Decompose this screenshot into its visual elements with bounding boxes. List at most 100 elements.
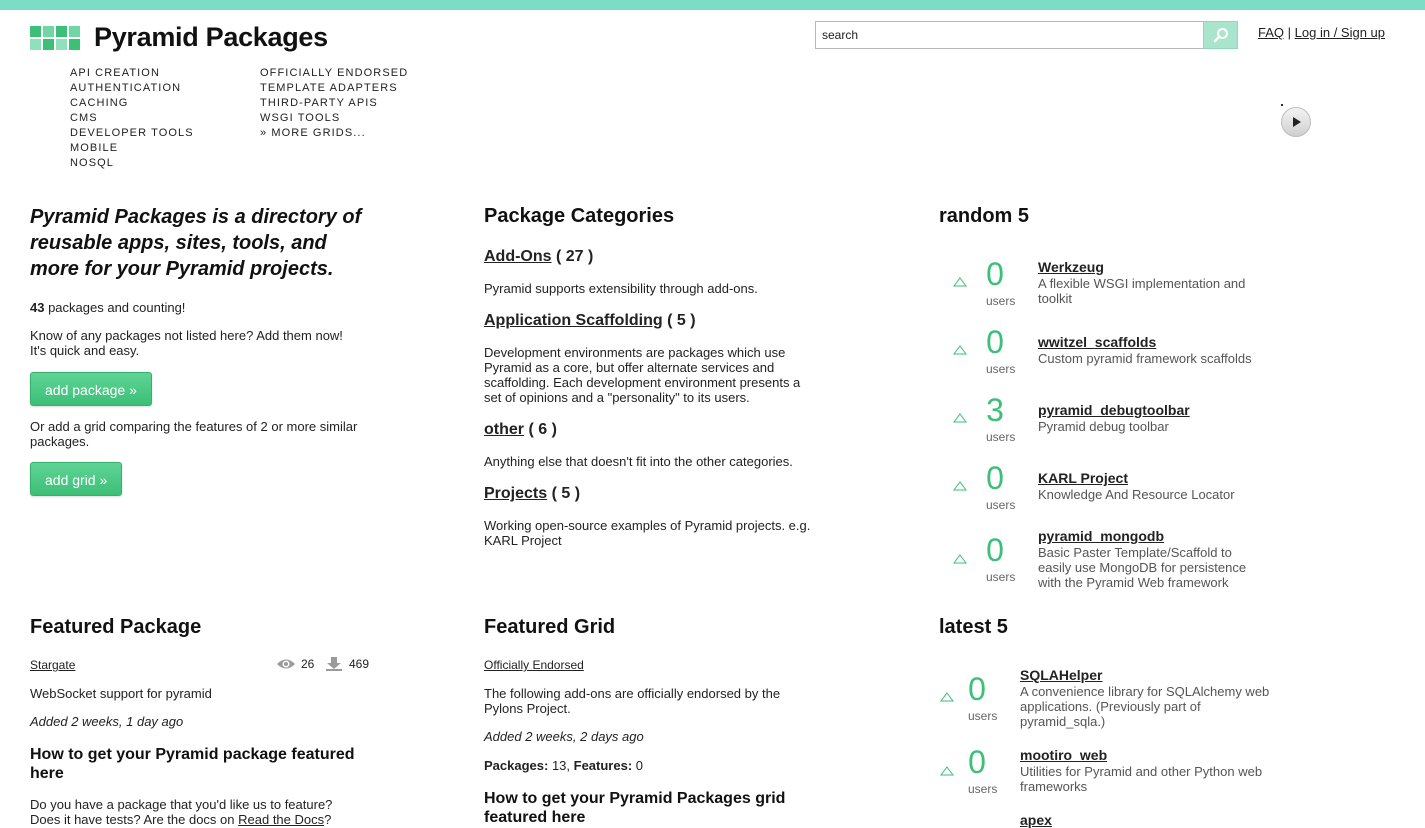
package-desc: A flexible WSGI implementation and toolk…: [1038, 276, 1246, 306]
nav-link-wsgi-tools[interactable]: WSGI TOOLS: [260, 112, 340, 124]
category-nav: API CREATION AUTHENTICATION CACHING CMS …: [70, 66, 194, 171]
search-input[interactable]: [815, 21, 1203, 49]
site-title[interactable]: Pyramid Packages: [94, 22, 328, 53]
nav-item[interactable]: MOBILE: [70, 141, 194, 156]
package-link[interactable]: mootiro_web: [1020, 747, 1107, 763]
featured-package-added: Added 2 weeks, 1 day ago: [30, 714, 183, 729]
nav-link-caching[interactable]: CACHING: [70, 97, 128, 109]
how-end: ?: [324, 812, 332, 827]
package-desc: Knowledge And Resource Locator: [1038, 487, 1235, 502]
category-link-other[interactable]: other: [484, 421, 524, 438]
nav-item[interactable]: AUTHENTICATION: [70, 81, 194, 96]
featured-package-desc: WebSocket support for pyramid: [30, 686, 212, 701]
featured-grid-link[interactable]: Officially Endorsed: [484, 658, 584, 672]
upvote-icon[interactable]: [940, 692, 954, 702]
downloads-count: 469: [349, 657, 370, 671]
package-desc: Custom pyramid framework scaffolds: [1038, 351, 1252, 366]
nav-link-developer-tools[interactable]: DEVELOPER TOOLS: [70, 127, 194, 139]
users-label: users: [968, 782, 998, 796]
category-link-add-ons[interactable]: Add-Ons: [484, 248, 552, 265]
search-icon: [1213, 28, 1228, 43]
views-count: 26: [301, 657, 315, 671]
nav-link-cms[interactable]: CMS: [70, 112, 98, 124]
user-count: 0: [968, 671, 986, 707]
user-count: 3: [986, 392, 1004, 428]
featured-package-heading: Featured Package: [30, 616, 202, 638]
package-link[interactable]: apex: [1020, 812, 1052, 828]
eye-icon: [277, 659, 295, 669]
package-desc: Basic Paster Template/Scaffold to easily…: [1038, 545, 1247, 590]
nav-link-more-grids[interactable]: » MORE GRIDS...: [260, 127, 366, 139]
nav-link-nosql[interactable]: NOSQL: [70, 157, 114, 169]
upvote-icon[interactable]: [953, 554, 967, 564]
random-heading: random 5: [939, 205, 1030, 227]
nav-link-officially-endorsed[interactable]: OFFICIALLY ENDORSED: [260, 67, 408, 79]
package-link[interactable]: wwitzel_scaffolds: [1038, 334, 1156, 350]
login-link[interactable]: Log in / Sign up: [1295, 25, 1385, 40]
category-count: ( 6 ): [524, 421, 557, 438]
package-link[interactable]: pyramid_debugtoolbar: [1038, 402, 1190, 418]
how-to-feature-grid-heading: How to get your Pyramid Packages grid fe…: [484, 790, 786, 826]
package-link[interactable]: Werkzeug: [1038, 259, 1104, 275]
intro-section: Pyramid Packages is a directory of reusa…: [30, 204, 375, 282]
top-accent-bar: [0, 0, 1425, 10]
category-title: other ( 6 ): [484, 421, 557, 439]
nav-item[interactable]: THIRD-PARTY APIS: [260, 96, 408, 111]
featured-grid-stats: Packages: 13, Features: 0: [484, 758, 643, 773]
category-link-application-scaffolding[interactable]: Application Scaffolding: [484, 312, 663, 329]
features-label: Features:: [573, 758, 633, 773]
search-button[interactable]: [1203, 21, 1238, 49]
nav-item[interactable]: DEVELOPER TOOLS: [70, 126, 194, 141]
add-grid-button[interactable]: add grid »: [30, 462, 123, 496]
downloads-stat: 469: [326, 657, 369, 671]
featured-grid-heading: Featured Grid: [484, 616, 616, 638]
added-date: Added 2 weeks, 1 day ago: [30, 714, 184, 729]
user-count: 0: [986, 256, 1004, 292]
nav-item[interactable]: TEMPLATE ADAPTERS: [260, 81, 408, 96]
nav-item[interactable]: OFFICIALLY ENDORSED: [260, 66, 408, 81]
latest-heading: latest 5: [939, 616, 1008, 638]
upvote-icon[interactable]: [940, 766, 954, 776]
users-label: users: [986, 570, 1016, 584]
categories-heading: Package Categories: [484, 205, 675, 227]
added-date: Added 2 weeks, 2 days ago: [484, 729, 644, 744]
nav-link-api-creation[interactable]: API CREATION: [70, 67, 160, 79]
nav-item[interactable]: NOSQL: [70, 156, 194, 171]
users-label: users: [986, 362, 1016, 376]
grid-nav: OFFICIALLY ENDORSED TEMPLATE ADAPTERS TH…: [260, 66, 408, 141]
views-stat: 26: [276, 657, 314, 671]
nav-link-template-adapters[interactable]: TEMPLATE ADAPTERS: [260, 82, 398, 94]
package-link[interactable]: KARL Project: [1038, 470, 1128, 486]
nav-link-authentication[interactable]: AUTHENTICATION: [70, 82, 181, 94]
play-button[interactable]: [1281, 107, 1311, 137]
package-link[interactable]: pyramid_mongodb: [1038, 528, 1164, 544]
read-the-docs-link[interactable]: Read the Docs: [238, 812, 324, 827]
category-link-projects[interactable]: Projects: [484, 485, 547, 502]
upvote-icon[interactable]: [953, 481, 967, 491]
add-package-prompt: Know of any packages not listed here? Ad…: [30, 328, 343, 358]
package-count-number: 43: [30, 300, 45, 315]
nav-item[interactable]: » MORE GRIDS...: [260, 126, 408, 141]
package-desc: Pyramid debug toolbar: [1038, 419, 1169, 434]
site-tagline: Pyramid Packages is a directory of reusa…: [30, 206, 362, 280]
category-desc: Anything else that doesn't fit into the …: [484, 454, 793, 469]
category-desc: Working open-source examples of Pyramid …: [484, 518, 811, 548]
nav-item[interactable]: API CREATION: [70, 66, 194, 81]
upvote-icon[interactable]: [953, 413, 967, 423]
site-logo[interactable]: Pyramid Packages: [30, 22, 328, 53]
package-count: 43 packages and counting!: [30, 300, 185, 315]
nav-link-mobile[interactable]: MOBILE: [70, 142, 118, 154]
user-count: 0: [986, 532, 1004, 568]
category-title: Add-Ons ( 27 ): [484, 248, 593, 266]
nav-item[interactable]: CACHING: [70, 96, 194, 111]
nav-link-third-party-apis[interactable]: THIRD-PARTY APIS: [260, 97, 378, 109]
featured-package-link[interactable]: Stargate: [30, 658, 75, 672]
upvote-icon[interactable]: [953, 345, 967, 355]
package-link[interactable]: SQLAHelper: [1020, 667, 1102, 683]
nav-item[interactable]: CMS: [70, 111, 194, 126]
faq-link[interactable]: FAQ: [1258, 25, 1284, 40]
users-label: users: [986, 294, 1016, 308]
upvote-icon[interactable]: [953, 277, 967, 287]
add-package-button[interactable]: add package »: [30, 372, 152, 406]
nav-item[interactable]: WSGI TOOLS: [260, 111, 408, 126]
